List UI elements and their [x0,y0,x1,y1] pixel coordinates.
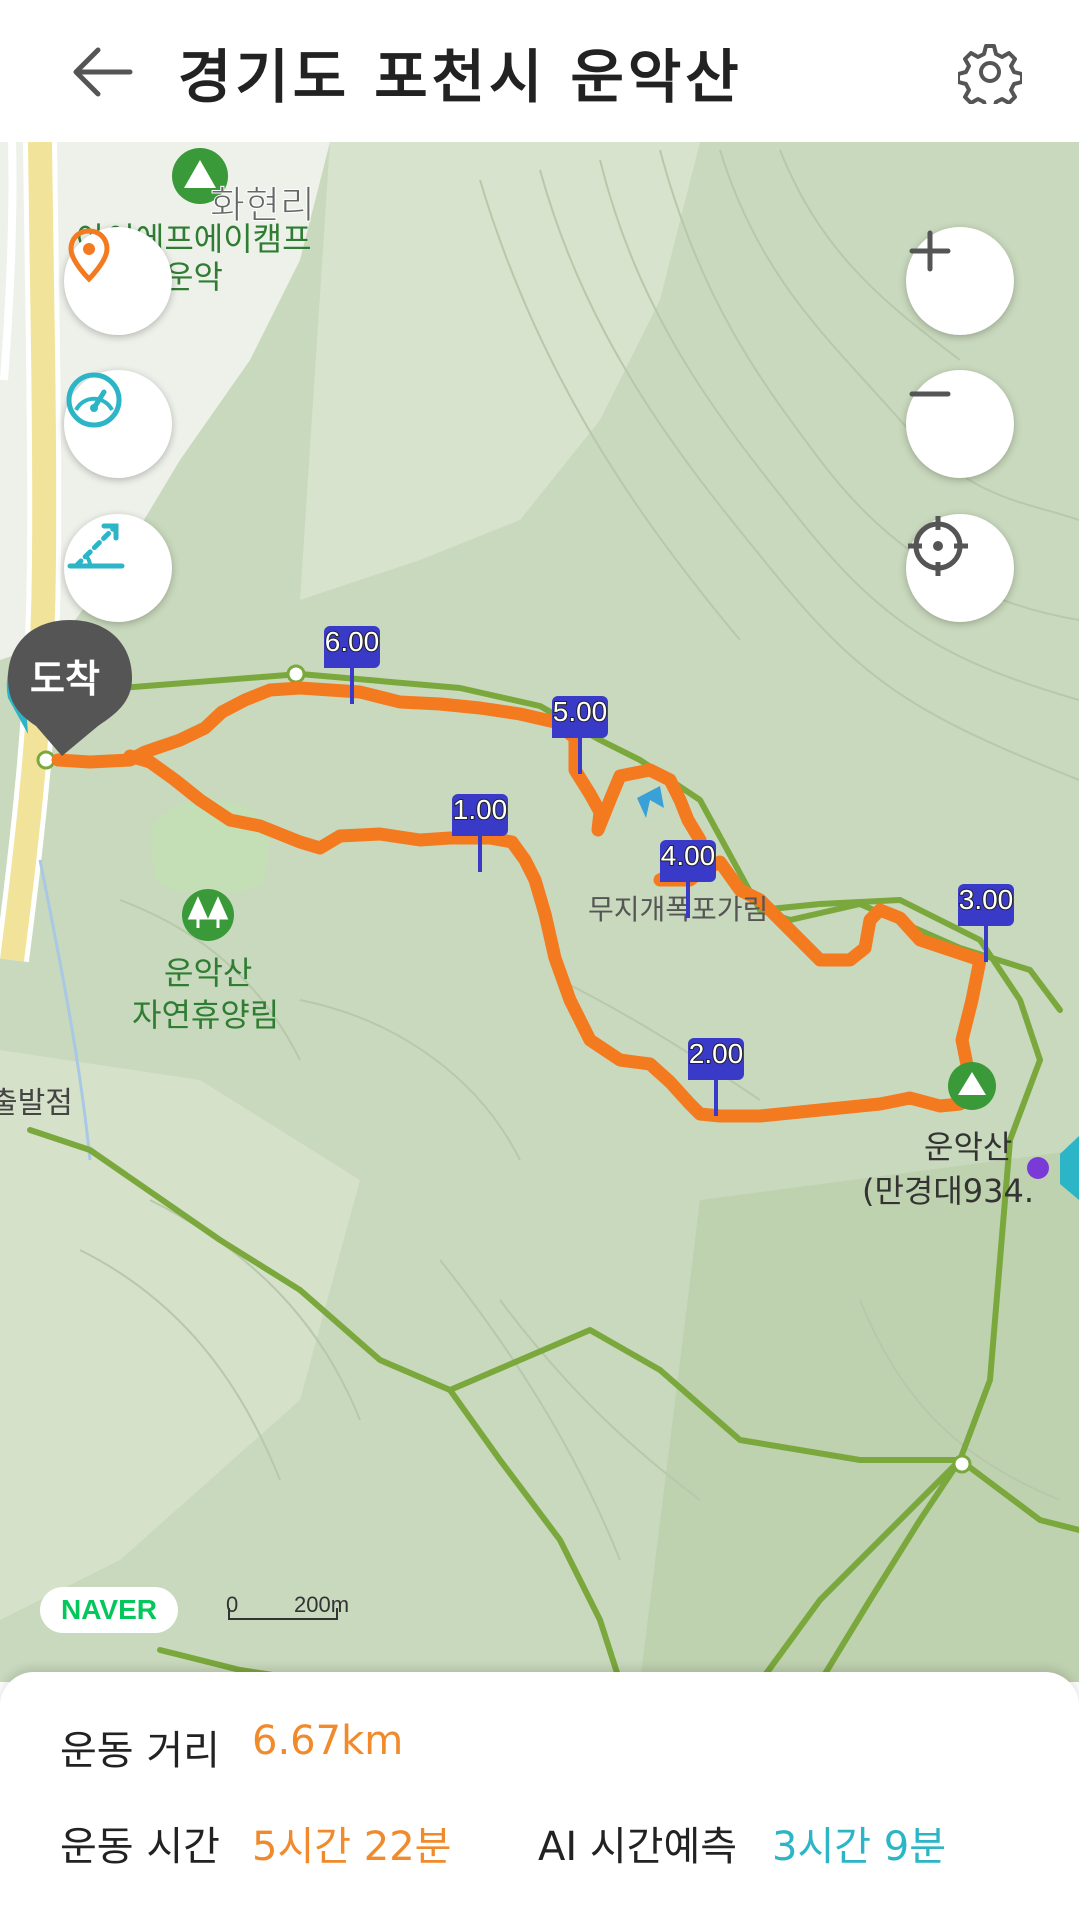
peak-label-line2: (만경대934. [862,1172,1035,1210]
distance-value: 6.67km [252,1718,404,1764]
page-title: 경기도 포천시 운악산 [178,43,743,111]
scale-length-label: 200m [294,1592,350,1617]
km-marker: 4.00 [660,839,716,920]
km-marker: 1.00 [452,793,508,874]
km-marker-label: 6.00 [324,625,381,658]
app-header: 경기도 포천시 운악산 [0,0,1079,142]
km-marker-label: 5.00 [552,695,609,728]
location-pin-icon [68,228,110,283]
km-marker: 5.00 [552,695,608,776]
start-point-label: 출발점 [0,1086,73,1121]
zoom-in-button[interactable] [906,227,1014,335]
time-label: 운동 시간 [60,1824,220,1870]
plus-icon [909,230,951,272]
back-arrow-icon[interactable] [70,44,134,100]
km-marker-label: 1.00 [452,793,509,826]
arrival-pin[interactable]: 도착 [0,618,134,758]
naver-logo: NAVER [40,1587,178,1633]
minus-icon [909,391,951,397]
gear-icon[interactable] [956,40,1024,112]
arrival-pin-label: 도착 [30,657,100,701]
slope-button[interactable] [64,514,172,622]
slope-angle-icon [67,523,125,569]
ai-estimate-label: AI 시간예측 [538,1824,738,1870]
km-marker-label: 2.00 [688,1037,745,1070]
forest-label-line1: 운악산 [164,954,253,992]
map-scale: 0 200m [224,1592,366,1628]
stats-panel: 운동 거리 6.67km 운동 시간 5시간 22분 AI 시간예측 3시간 9… [0,1672,1079,1905]
crosshair-icon [908,516,968,576]
forest-label-line2: 자연휴양림 [132,996,280,1034]
my-location-button[interactable] [906,514,1014,622]
distance-label: 운동 거리 [60,1728,220,1774]
km-marker: 6.00 [324,625,380,706]
time-value: 5시간 22분 [252,1824,452,1870]
km-marker: 2.00 [688,1037,744,1118]
peak-label-line1: 운악산 [924,1128,1013,1166]
km-marker-label: 3.00 [958,883,1015,916]
km-marker-label: 4.00 [660,839,717,872]
km-marker: 3.00 [958,883,1014,964]
speedometer-icon [66,372,122,428]
camp-label-line2: 운악 [164,258,223,296]
zoom-out-button[interactable] [906,370,1014,478]
map-view[interactable]: 화현리 아이에프에이캠프 운악 운악산 자연휴양림 무지개폭포가림 출발점 운악… [0,142,1079,1682]
ai-estimate-value: 3시간 9분 [772,1824,947,1870]
location-pin-button[interactable] [64,227,172,335]
speedometer-button[interactable] [64,370,172,478]
